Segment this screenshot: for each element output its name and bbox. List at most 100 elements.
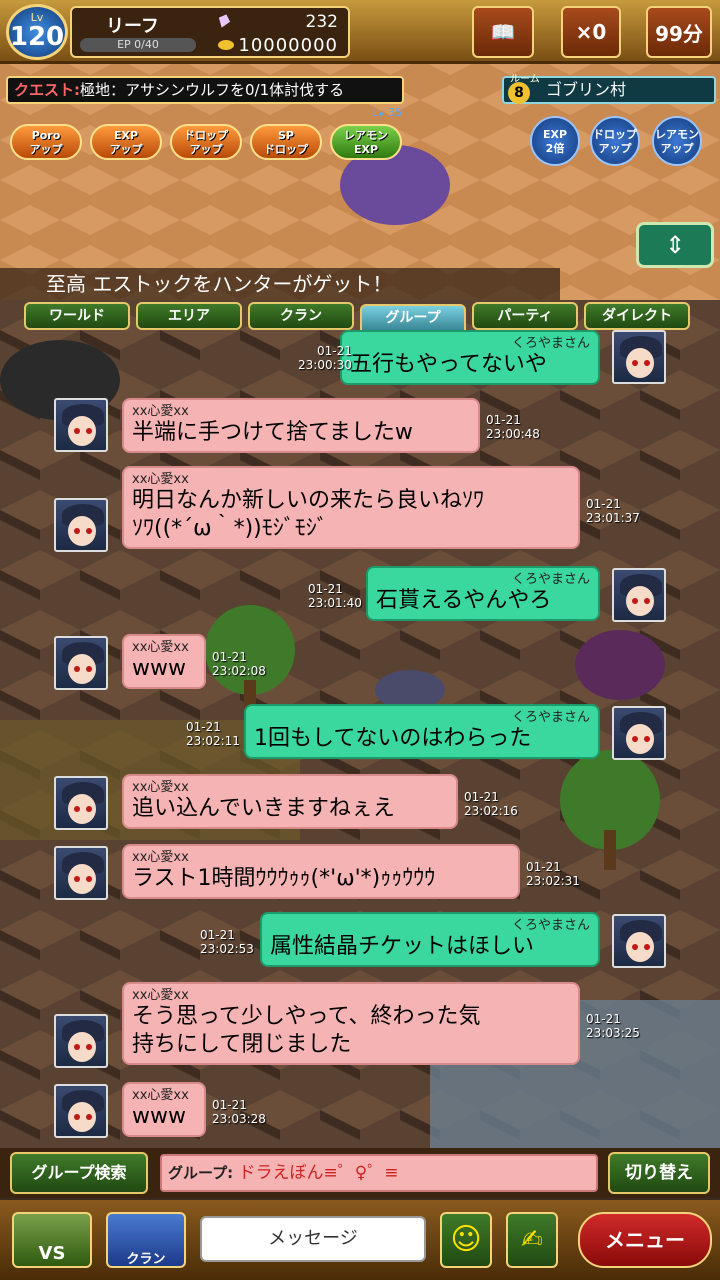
group-name: ドラえぼん≡゜♀゜≡ xyxy=(238,1163,399,1183)
avatar[interactable] xyxy=(54,636,108,690)
timer-button[interactable]: 99分 xyxy=(646,6,712,58)
enemy-level: Lv 35 xyxy=(372,106,403,119)
avatar[interactable] xyxy=(612,914,666,968)
sender-name: くろやまさん xyxy=(511,336,590,351)
round-drop-up[interactable]: ドロップ アップ xyxy=(590,116,640,166)
money-count: 10000000 xyxy=(238,35,338,56)
message-text: 追い込んでいきますねぇえ xyxy=(132,796,395,821)
round-raremon-up[interactable]: レアモン アップ xyxy=(652,116,702,166)
room-panel[interactable]: ルーム 8 ゴブリン村 xyxy=(502,74,716,104)
tab-direct[interactable]: ダイレクト xyxy=(584,302,690,330)
message-text: www xyxy=(132,1104,186,1129)
timestamp: 01-21 23:02:31 xyxy=(526,860,580,888)
room-number: 8 xyxy=(508,82,530,104)
chat-bubble: xx心愛xx ラスト1時間ｳｳｳｩｩ(*'ω'*)ｩｩｳｳｳ xyxy=(122,844,520,899)
item-button[interactable]: ×0 xyxy=(561,6,621,58)
avatar[interactable] xyxy=(54,1014,108,1068)
round-raremon-bottom: アップ xyxy=(660,142,694,155)
boost-drop-top: ドロップ xyxy=(184,129,228,142)
avatar[interactable] xyxy=(54,498,108,552)
timestamp: 01-21 23:03:28 xyxy=(212,1098,266,1126)
round-exp-double[interactable]: EXP 2倍 xyxy=(530,116,580,166)
news-ticker: 至高 エストックをハンターがゲット！ xyxy=(0,268,560,300)
menu-button[interactable]: メニュー xyxy=(578,1212,712,1268)
message-text: 石貰えるやんやろ xyxy=(376,588,552,613)
sender-name: xx心愛xx xyxy=(132,780,189,795)
crystal-count: 232 xyxy=(305,12,338,32)
message-text-line2: 持ちにして閉じました xyxy=(132,1032,352,1057)
vs-label: VS xyxy=(38,1243,66,1264)
book-button[interactable]: 📖 xyxy=(472,6,534,58)
round-drop-top: ドロップ xyxy=(593,128,637,141)
boost-raremon[interactable]: レアモン EXP xyxy=(330,124,402,160)
player-name: リーフ xyxy=(106,16,159,37)
boost-poro-bottom: アップ xyxy=(29,143,63,156)
switch-button[interactable]: 切り替え xyxy=(608,1152,710,1194)
quest-label: クエスト: xyxy=(14,81,80,99)
tab-world[interactable]: ワールド xyxy=(24,302,130,330)
timestamp: 01-21 23:02:11 xyxy=(186,720,240,748)
tab-party[interactable]: パーティ xyxy=(472,302,578,330)
clan-label: クラン xyxy=(126,1252,166,1267)
expand-collapse-icon: ⇕ xyxy=(664,231,686,259)
profile-panel[interactable]: リーフ EP 0/40 232 10000000 xyxy=(70,6,350,58)
round-raremon-top: レアモン xyxy=(655,128,699,141)
group-name-field[interactable]: グループ: ドラえぼん≡゜♀゜≡ xyxy=(160,1154,598,1192)
level-badge: Lv 120 xyxy=(6,4,68,60)
expand-toggle-button[interactable]: ⇕ xyxy=(636,222,714,268)
item-count: ×0 xyxy=(575,20,607,44)
coin-icon xyxy=(218,40,234,50)
boost-sp-top: SP xyxy=(278,129,294,142)
boost-poro[interactable]: Poro アップ xyxy=(10,124,82,160)
stamp-button[interactable]: ✍ xyxy=(506,1212,558,1268)
avatar[interactable] xyxy=(612,330,666,384)
avatar[interactable] xyxy=(612,706,666,760)
tab-clan[interactable]: クラン xyxy=(248,302,354,330)
bottom-bar: VS クラン メッセージ ☺ ✍ メニュー xyxy=(0,1200,720,1280)
timestamp: 01-21 23:02:16 xyxy=(464,790,518,818)
timestamp: 01-21 23:03:25 xyxy=(586,1012,640,1040)
message-text: 五行もやってないや xyxy=(350,352,547,377)
avatar[interactable] xyxy=(612,568,666,622)
quest-text: 極地：アサシンウルフを0/1体討伐する xyxy=(80,81,345,99)
chat-bubble: くろやまさん 石貰えるやんやろ xyxy=(366,566,600,621)
timestamp: 01-21 23:02:53 xyxy=(200,928,254,956)
round-exp-bottom: 2倍 xyxy=(545,142,565,155)
tab-area[interactable]: エリア xyxy=(136,302,242,330)
boost-sp-bottom: ドロップ xyxy=(264,143,308,156)
clan-button[interactable]: クラン xyxy=(106,1212,186,1268)
avatar[interactable] xyxy=(54,1084,108,1138)
message-input[interactable]: メッセージ xyxy=(200,1216,426,1262)
boost-sp[interactable]: SP ドロップ xyxy=(250,124,322,160)
message-text: 1回もしてないのはわらった xyxy=(254,726,532,751)
chat-bubble: くろやまさん 属性結晶チケットはほしい xyxy=(260,912,600,967)
group-search-button[interactable]: グループ検索 xyxy=(10,1152,148,1194)
chat-bubble: xx心愛xx 追い込んでいきますねぇえ xyxy=(122,774,458,829)
sender-name: xx心愛xx xyxy=(132,472,189,487)
chat-bubble: xx心愛xx 半端に手つけて捨てましたw xyxy=(122,398,480,453)
stamp-icon: ✍ xyxy=(521,1225,543,1255)
game-map-background xyxy=(0,64,720,1150)
crystal-icon xyxy=(216,12,232,29)
boost-drop[interactable]: ドロップ アップ xyxy=(170,124,242,160)
boost-exp[interactable]: EXP アップ xyxy=(90,124,162,160)
avatar[interactable] xyxy=(54,776,108,830)
sender-name: xx心愛xx xyxy=(132,1088,189,1103)
avatar[interactable] xyxy=(54,398,108,452)
message-text: 明日なんか新しいの来たら良いねｿﾜ xyxy=(132,488,485,513)
sender-name: xx心愛xx xyxy=(132,640,189,655)
avatar[interactable] xyxy=(54,846,108,900)
timestamp: 01-21 23:00:30 xyxy=(298,344,352,372)
chat-bubble: xx心愛xx そう思って少しやって、終わった気 持ちにして閉じました xyxy=(122,982,580,1065)
sender-name: くろやまさん xyxy=(511,918,590,933)
boost-poro-top: Poro xyxy=(31,129,61,142)
book-icon: 📖 xyxy=(490,20,516,44)
player-level: 120 xyxy=(9,22,65,52)
timestamp: 01-21 23:01:37 xyxy=(586,497,640,525)
emoji-button[interactable]: ☺ xyxy=(440,1212,492,1268)
quest-banner[interactable]: クエスト:極地：アサシンウルフを0/1体討伐する xyxy=(6,76,404,104)
boost-raremon-bottom: EXP xyxy=(353,143,379,156)
chat-bubble: xx心愛xx 明日なんか新しいの来たら良いねｿﾜ ｿﾜ((*´ω｀*))ﾓｼﾞﾓ… xyxy=(122,466,580,549)
group-label: グループ: xyxy=(168,1164,234,1182)
vs-button[interactable]: VS xyxy=(12,1212,92,1268)
